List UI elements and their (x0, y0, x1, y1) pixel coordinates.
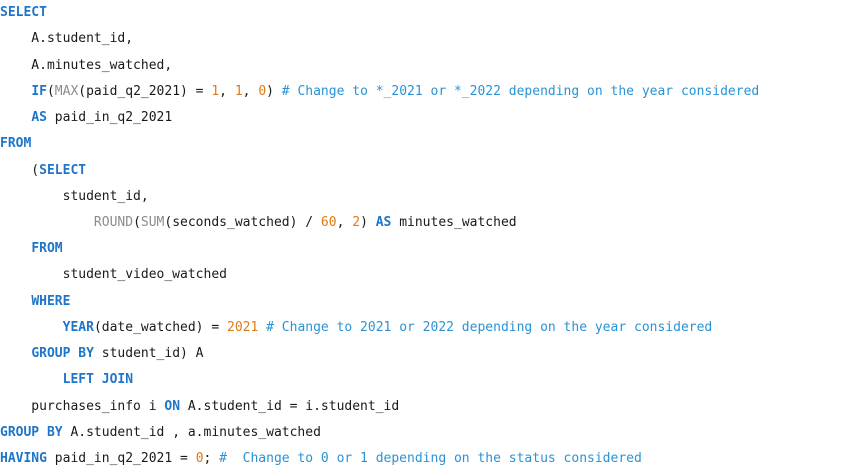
sql-identifier: paid_in_q2_2021 = (46, 451, 196, 466)
sql-operator: ( (46, 84, 55, 99)
sql-identifier (0, 110, 31, 125)
sql-operator: ) (266, 84, 282, 99)
sql-number: 0 (195, 451, 204, 466)
sql-identifier: A.minutes_watched, (0, 58, 173, 73)
code-line[interactable]: IF(MAX(paid_q2_2021) = 1, 1, 0) # Change… (0, 83, 759, 101)
sql-identifier: purchases_info i (0, 399, 165, 414)
sql-identifier: minutes_watched (391, 215, 517, 230)
sql-identifier: student_id, (0, 189, 149, 204)
sql-comment: # Change to 2021 or 2022 depending on th… (266, 320, 713, 335)
sql-identifier (0, 320, 63, 335)
sql-operator: , (336, 215, 353, 230)
code-line[interactable]: FROM (0, 240, 63, 258)
sql-keyword: FROM (31, 241, 63, 256)
code-line[interactable]: A.student_id, (0, 30, 133, 48)
code-line[interactable]: WHERE (0, 293, 70, 311)
sql-function: ROUND (93, 215, 134, 230)
code-line[interactable]: SELECT (0, 4, 47, 22)
code-line[interactable]: (SELECT (0, 162, 86, 180)
code-line[interactable]: HAVING paid_in_q2_2021 = 0; # Change to … (0, 450, 642, 468)
sql-identifier: (paid_q2_2021) = (78, 84, 212, 99)
sql-operator: ) (360, 215, 376, 230)
sql-identifier: A.student_id , a.minutes_watched (62, 425, 321, 440)
sql-identifier: student_video_watched (0, 267, 227, 282)
sql-operator: ( (0, 163, 40, 178)
sql-keyword: ON (164, 399, 181, 414)
sql-number: 1 (211, 84, 220, 99)
sql-keyword: SELECT (0, 5, 47, 20)
code-line[interactable]: GROUP BY student_id) A (0, 345, 204, 363)
sql-identifier (0, 294, 31, 309)
sql-comment: # Change to 0 or 1 depending on the stat… (219, 451, 642, 466)
sql-identifier: (date_watched) = (93, 320, 227, 335)
sql-function: MAX (54, 84, 79, 99)
sql-keyword: AS (31, 110, 47, 125)
sql-identifier (0, 215, 94, 230)
sql-number: 1 (234, 84, 243, 99)
sql-operator: , (219, 84, 235, 99)
sql-operator: , (242, 84, 259, 99)
sql-keyword: SELECT (39, 163, 87, 178)
sql-keyword: GROUP BY (0, 425, 63, 440)
sql-identifier: (seconds_watched) / (164, 215, 321, 230)
sql-identifier: student_id) A (93, 346, 204, 361)
sql-number: 60 (320, 215, 337, 230)
sql-keyword: WHERE (31, 294, 71, 309)
code-line[interactable]: purchases_info i ON A.student_id = i.stu… (0, 398, 399, 416)
sql-operator: ( (133, 215, 141, 230)
sql-keyword: LEFT JOIN (62, 372, 134, 387)
code-line[interactable]: LEFT JOIN (0, 371, 133, 389)
sql-keyword: FROM (0, 136, 32, 151)
sql-identifier (0, 241, 31, 256)
sql-identifier: A.student_id = i.student_id (180, 399, 400, 414)
sql-code-editor[interactable]: SELECT A.student_id, A.minutes_watched, … (0, 0, 866, 470)
sql-identifier: A.student_id, (0, 31, 134, 46)
sql-identifier: paid_in_q2_2021 (46, 110, 173, 125)
sql-operator (258, 320, 266, 335)
sql-keyword: IF (31, 84, 47, 99)
sql-identifier (0, 346, 31, 361)
sql-operator: ; (203, 451, 220, 466)
sql-number: 0 (258, 84, 267, 99)
code-line[interactable]: ROUND(SUM(seconds_watched) / 60, 2) AS m… (0, 214, 517, 232)
code-line[interactable]: student_id, (0, 188, 149, 206)
code-line[interactable]: YEAR(date_watched) = 2021 # Change to 20… (0, 319, 713, 337)
code-line[interactable]: student_video_watched (0, 266, 227, 284)
sql-keyword: GROUP BY (31, 346, 94, 361)
sql-keyword: AS (375, 215, 392, 230)
sql-function: SUM (140, 215, 165, 230)
code-line[interactable]: GROUP BY A.student_id , a.minutes_watche… (0, 424, 321, 442)
sql-identifier (0, 372, 63, 387)
sql-identifier (0, 84, 31, 99)
code-line[interactable]: AS paid_in_q2_2021 (0, 109, 172, 127)
sql-keyword: YEAR (62, 320, 94, 335)
sql-number: 2 (352, 215, 361, 230)
code-line[interactable]: A.minutes_watched, (0, 57, 172, 75)
sql-number: 2021 (227, 320, 259, 335)
sql-comment: # Change to *_2021 or *_2022 depending o… (281, 84, 760, 99)
sql-keyword: HAVING (0, 451, 47, 466)
code-line[interactable]: FROM (0, 135, 31, 153)
